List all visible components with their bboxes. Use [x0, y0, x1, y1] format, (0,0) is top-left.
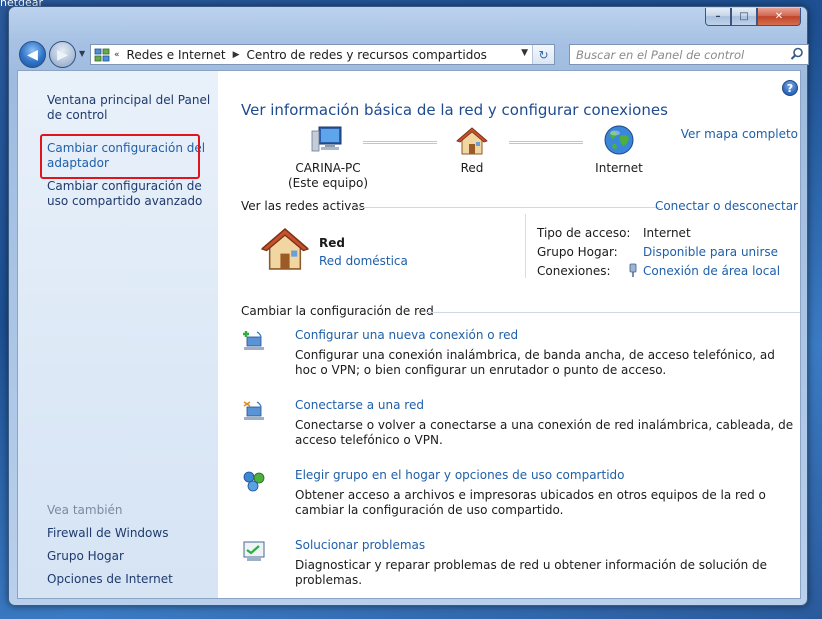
see-also-heading: Vea también [47, 503, 123, 517]
connect-network-desc: Conectarse o volver a conectarse a una c… [295, 418, 794, 447]
network-folder-icon [94, 48, 110, 61]
section-divider [355, 207, 660, 208]
network-type-link[interactable]: Red doméstica [319, 254, 408, 268]
change-settings-heading: Cambiar la configuración de red [241, 304, 434, 318]
access-type-value: Internet [643, 226, 691, 240]
full-map-link[interactable]: Ver mapa completo [681, 127, 798, 141]
address-bar[interactable]: « Redes e Internet ▶ Centro de redes y r… [90, 44, 555, 65]
connect-network-link[interactable]: Conectarse a una red [295, 398, 424, 412]
sidebar-item-panel-principal[interactable]: Ventana principal del Panel de control [47, 93, 217, 123]
section-divider [426, 312, 800, 313]
troubleshoot-icon[interactable] [241, 538, 267, 564]
node-internet-label: Internet [595, 161, 643, 175]
search-icon[interactable] [790, 47, 804, 61]
breadcrumb-centro-redes[interactable]: Centro de redes y recursos compartidos [247, 48, 487, 62]
sidebar-item-uso-compartido-avanzado[interactable]: Cambiar configuración de uso compartido … [47, 179, 217, 209]
active-networks-heading: Ver las redes activas [241, 199, 365, 213]
node-internet: Internet [579, 161, 659, 176]
homegroup-sharing-desc: Obtener acceso a archivos e impresoras u… [295, 488, 766, 517]
breadcrumb-redes-internet[interactable]: Redes e Internet [127, 48, 226, 62]
homegroup-sharing-link[interactable]: Elegir grupo en el hogar y opciones de u… [295, 468, 625, 482]
troubleshoot-link[interactable]: Solucionar problemas [295, 538, 425, 552]
node-computer-name: CARINA-PC [295, 161, 361, 175]
content-area: Ventana principal del Panel de control C… [17, 70, 801, 599]
back-button[interactable]: ◀ [19, 41, 46, 68]
homegroup-icon[interactable] [241, 468, 267, 494]
sidebar-item-firewall[interactable]: Firewall de Windows [47, 526, 217, 541]
forward-button[interactable]: ▶ [49, 41, 76, 68]
homegroup-link[interactable]: Disponible para unirse [643, 245, 778, 259]
house-icon[interactable] [456, 126, 488, 156]
refresh-icon: ↻ [538, 47, 549, 62]
help-icon[interactable]: ? [782, 80, 798, 96]
troubleshoot-desc: Diagnosticar y reparar problemas de red … [295, 558, 768, 587]
main-pane: ? Ver información básica de la red y con… [218, 71, 800, 598]
caption-buttons: – □ ✕ [705, 8, 801, 26]
recent-pages-dropdown-icon[interactable]: ▼ [79, 49, 85, 58]
new-connection-desc: Configurar una conexión inalámbrica, de … [295, 348, 775, 377]
new-connection-link[interactable]: Configurar una nueva conexión o red [295, 328, 518, 342]
ethernet-icon [629, 263, 637, 277]
close-button[interactable]: ✕ [757, 8, 801, 26]
refresh-button[interactable]: ↻ [532, 45, 554, 64]
maximize-button[interactable]: □ [731, 8, 757, 26]
search-input[interactable]: Buscar en el Panel de control [569, 44, 809, 65]
active-network-name: Red [319, 236, 345, 250]
node-red-label: Red [460, 161, 484, 175]
globe-icon[interactable] [603, 124, 635, 156]
page-title: Ver información básica de la red y confi… [241, 101, 668, 119]
sidebar-item-opciones-internet[interactable]: Opciones de Internet [47, 572, 217, 587]
sidebar-item-grupo-hogar[interactable]: Grupo Hogar [47, 549, 217, 564]
task-pane: Ventana principal del Panel de control C… [18, 71, 218, 598]
search-placeholder: Buscar en el Panel de control [576, 47, 745, 62]
access-type-label: Tipo de acceso: [537, 226, 631, 240]
connect-disconnect-link[interactable]: Conectar o desconectar [655, 199, 798, 213]
connect-network-icon[interactable] [241, 398, 267, 424]
forward-arrow-icon: ▶ [57, 46, 68, 63]
address-dropdown-icon[interactable]: ▼ [521, 48, 528, 58]
home-network-icon [260, 228, 310, 270]
map-connector [509, 141, 583, 144]
back-arrow-icon: ◀ [27, 46, 38, 63]
breadcrumb-overflow-icon[interactable]: « [114, 50, 120, 60]
map-connector [363, 141, 437, 144]
minimize-button[interactable]: – [705, 8, 731, 26]
node-this-computer: CARINA-PC (Este equipo) [268, 161, 388, 191]
node-computer-sub: (Este equipo) [288, 176, 368, 190]
breadcrumb-separator-icon[interactable]: ▶ [233, 50, 240, 60]
local-area-connection-link[interactable]: Conexión de área local [643, 264, 780, 278]
computer-icon[interactable] [311, 125, 343, 155]
vertical-divider [525, 214, 526, 278]
new-connection-icon[interactable] [241, 328, 267, 354]
node-red: Red [432, 161, 512, 176]
connections-label: Conexiones: [537, 264, 611, 278]
control-panel-window: – □ ✕ ◀ ▶ ▼ « Redes e Internet ▶ Centro … [8, 6, 809, 606]
navigation-toolbar: ◀ ▶ ▼ « Redes e Internet ▶ Centro de red… [17, 40, 809, 70]
highlight-annotation [40, 134, 200, 179]
homegroup-label: Grupo Hogar: [537, 245, 618, 259]
